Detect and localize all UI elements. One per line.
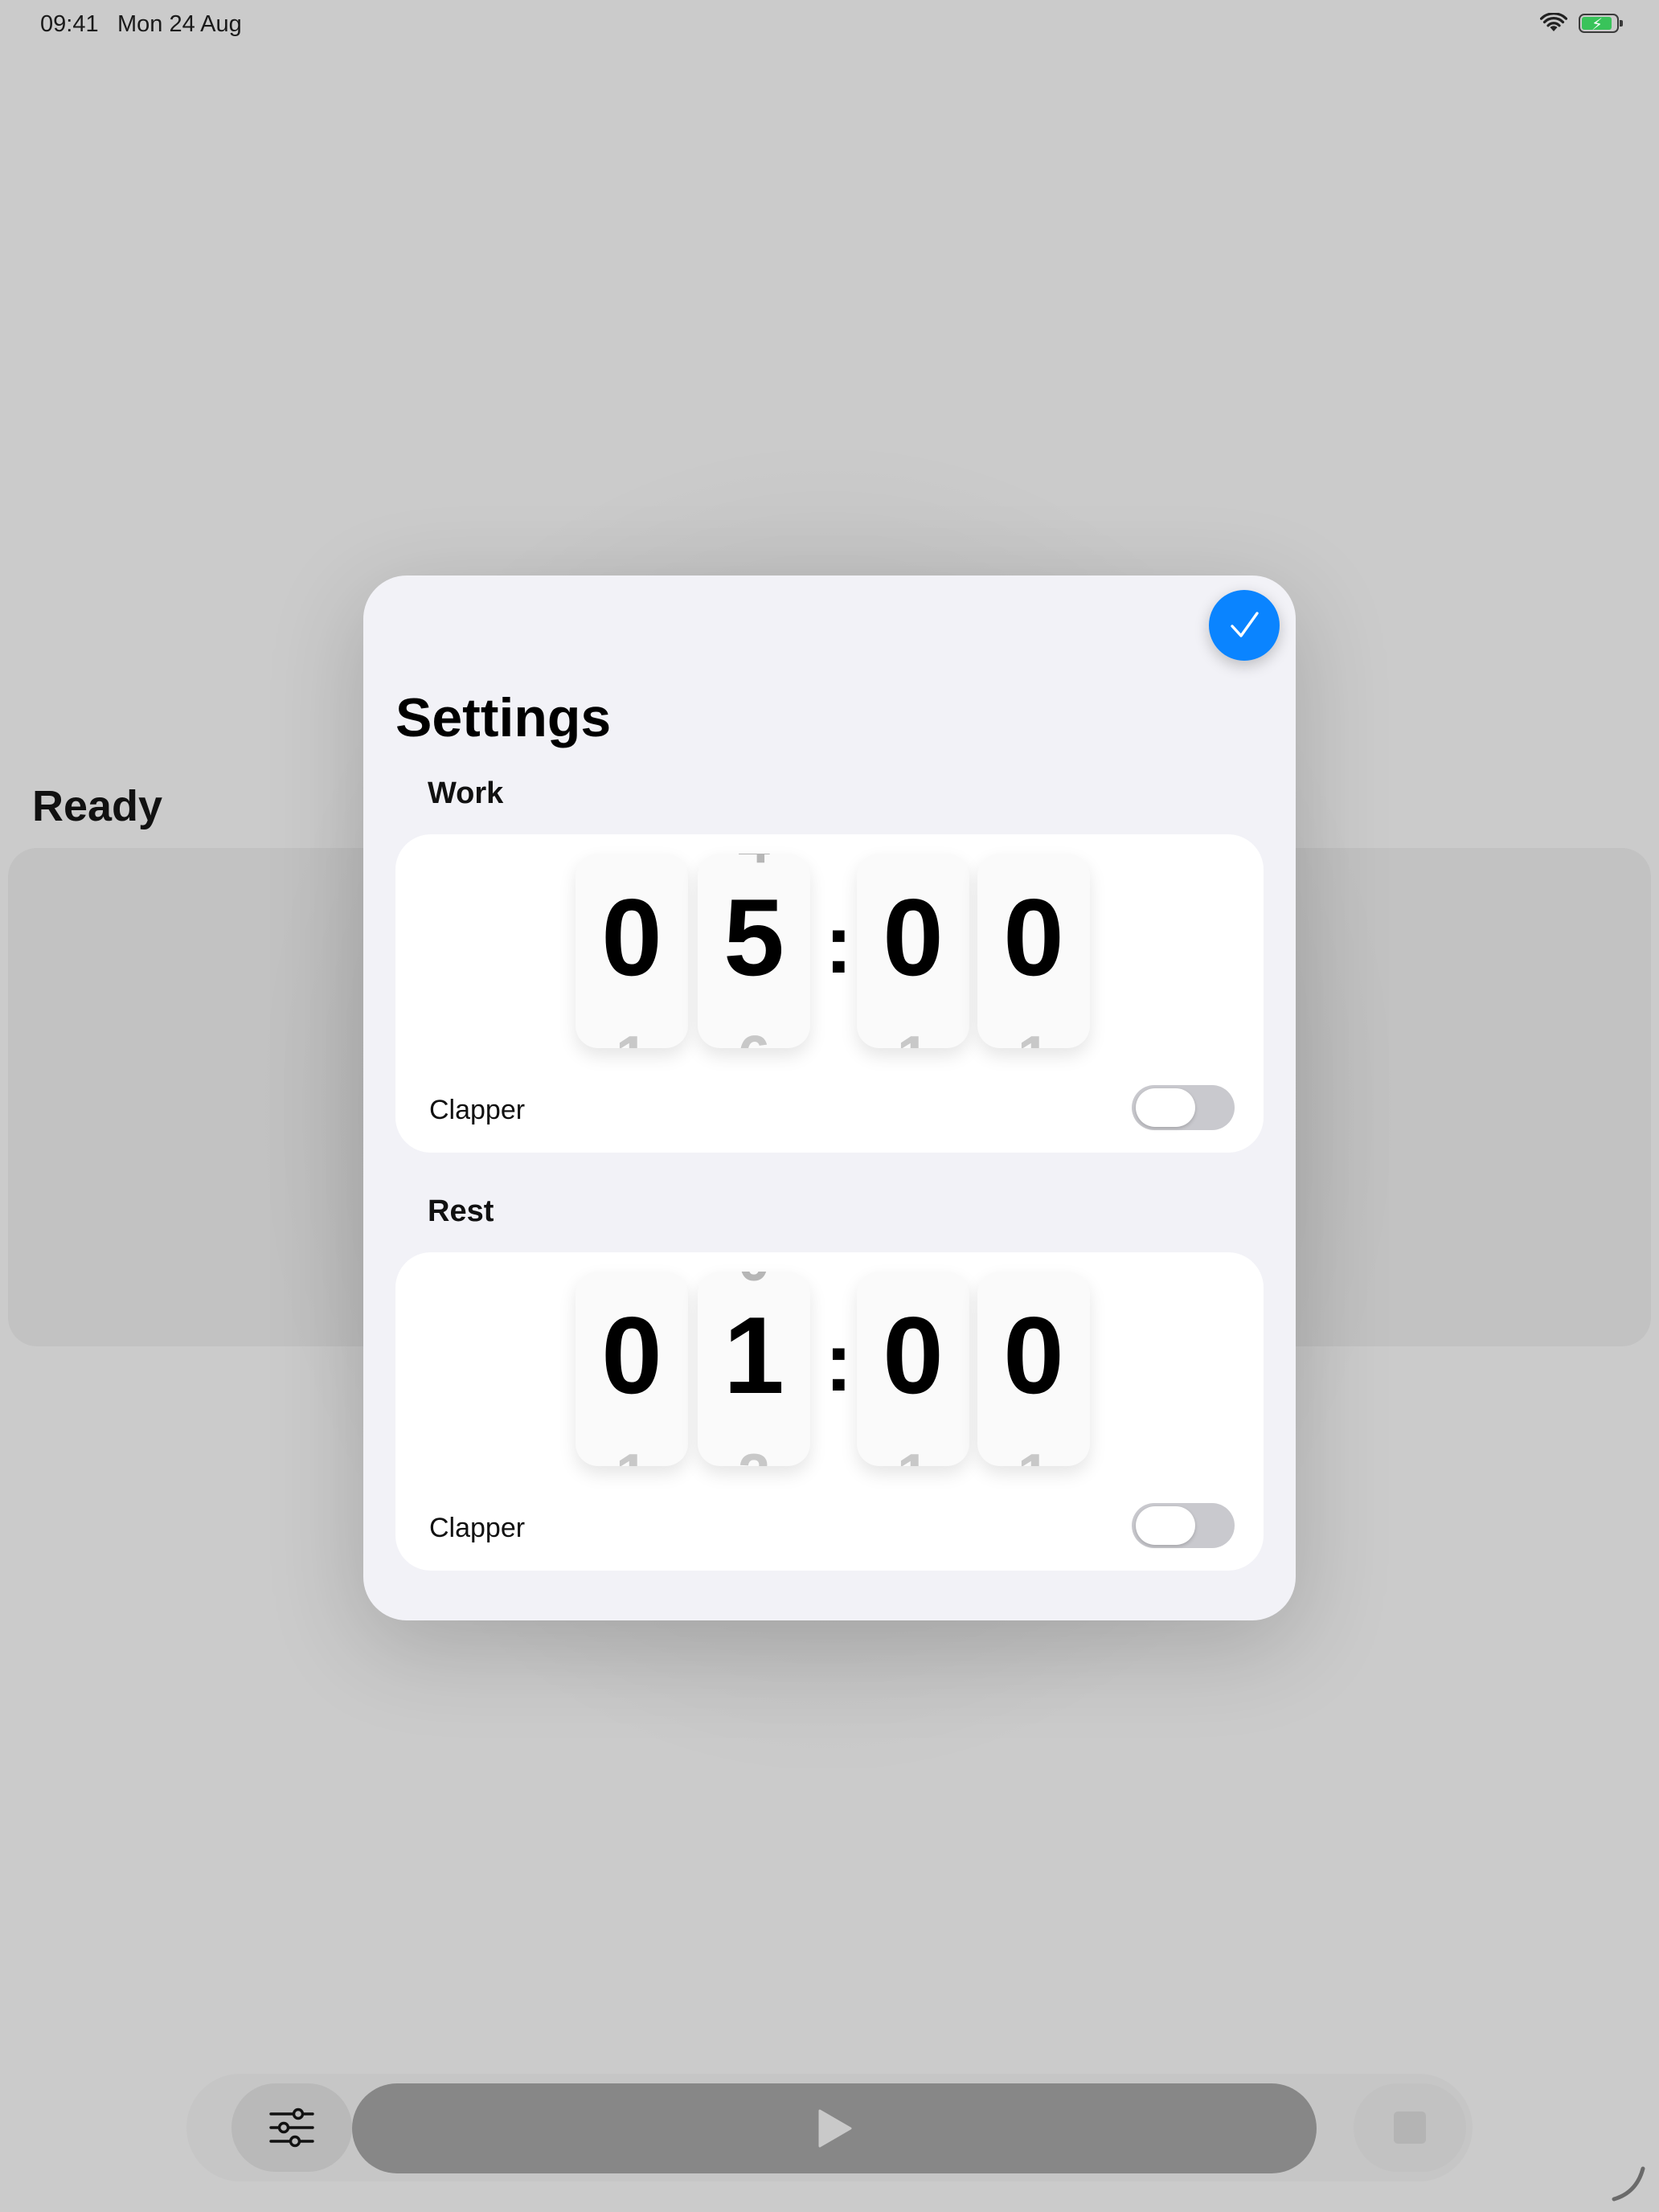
rest-minutes-tens-wheel[interactable]: 0 1 — [576, 1272, 688, 1466]
work-clapper-label: Clapper — [429, 1095, 526, 1125]
work-section-card: 0 1 4 5 6 : 0 1 0 1 Clapper — [395, 834, 1264, 1153]
settings-button[interactable] — [231, 2083, 352, 2172]
resize-handle-icon[interactable] — [1608, 2164, 1648, 2204]
work-seconds-tens-wheel[interactable]: 0 1 — [857, 854, 969, 1048]
rest-clapper-toggle[interactable] — [1132, 1503, 1235, 1548]
rest-minutes-ones-wheel[interactable]: 0 1 2 — [698, 1272, 810, 1466]
wifi-icon — [1540, 13, 1567, 31]
work-seconds-ones-wheel[interactable]: 0 1 — [977, 854, 1090, 1048]
section-label-rest: Rest — [428, 1194, 494, 1228]
stop-icon — [1394, 2112, 1426, 2144]
play-icon — [818, 2109, 852, 2148]
rest-clapper-label: Clapper — [429, 1513, 526, 1543]
stop-button[interactable] — [1354, 2083, 1466, 2172]
status-date: Mon 24 Aug — [117, 11, 242, 37]
work-minutes-tens-wheel[interactable]: 0 1 — [576, 854, 688, 1048]
status-time: 09:41 — [40, 11, 99, 37]
play-button[interactable] — [352, 2083, 1317, 2173]
settings-title: Settings — [395, 687, 612, 748]
bottom-control-bar — [186, 2074, 1473, 2181]
work-clapper-toggle[interactable] — [1132, 1085, 1235, 1130]
time-separator: : — [825, 898, 853, 991]
section-label-work: Work — [428, 776, 504, 810]
checkmark-icon — [1231, 612, 1259, 637]
rest-time-picker: 0 1 0 1 2 : 0 1 0 1 — [576, 1272, 1090, 1466]
rest-seconds-tens-wheel[interactable]: 0 1 — [857, 1272, 969, 1466]
battery-charging-icon: ⚡ — [1579, 14, 1623, 34]
sliders-icon — [269, 2108, 314, 2148]
status-icons: ⚡ — [1540, 13, 1623, 34]
page-title: Ready — [32, 782, 163, 830]
rest-section-card: 0 1 0 1 2 : 0 1 0 1 Clapper — [395, 1252, 1264, 1571]
done-button[interactable] — [1209, 590, 1280, 661]
work-time-picker: 0 1 4 5 6 : 0 1 0 1 — [576, 854, 1090, 1048]
rest-seconds-ones-wheel[interactable]: 0 1 — [977, 1272, 1090, 1466]
work-minutes-ones-wheel[interactable]: 4 5 6 — [698, 854, 810, 1048]
time-separator: : — [825, 1316, 853, 1409]
settings-sheet: Settings Work 0 1 4 5 6 : 0 1 0 — [363, 576, 1296, 1620]
